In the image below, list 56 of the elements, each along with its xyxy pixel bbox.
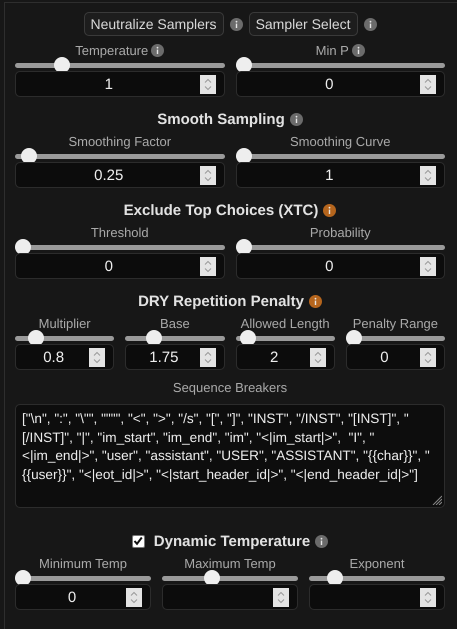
- section-title: Smooth Sampling: [157, 110, 285, 128]
- param-label: Probability: [310, 224, 371, 240]
- info-icon[interactable]: [290, 112, 303, 126]
- info-icon[interactable]: [151, 44, 164, 56]
- slider-thumb[interactable]: [15, 570, 31, 586]
- info-icon[interactable]: [230, 18, 243, 30]
- slider-thumb[interactable]: [236, 57, 252, 73]
- slider-thumb[interactable]: [346, 330, 362, 346]
- number-field[interactable]: [162, 584, 298, 610]
- section-title: Exclude Top Choices (XTC): [124, 202, 318, 218]
- param-label: Smoothing Factor: [68, 134, 172, 148]
- number-field[interactable]: 0.8: [15, 344, 114, 370]
- info-icon[interactable]: [315, 534, 328, 548]
- param-label: Exponent: [350, 556, 404, 570]
- info-icon[interactable]: [323, 204, 336, 216]
- checkbox[interactable]: [132, 534, 145, 548]
- section-title: DRY Repetition Penalty: [138, 292, 304, 310]
- number-field[interactable]: 1.75: [125, 344, 224, 370]
- number-field[interactable]: [309, 584, 445, 610]
- spinner-icon[interactable]: [200, 348, 216, 367]
- param-label: Minimum Temp: [39, 556, 127, 570]
- number-field[interactable]: 1: [15, 71, 224, 97]
- number-field[interactable]: 2: [236, 344, 335, 370]
- number-field[interactable]: 0: [15, 253, 224, 279]
- spinner-icon[interactable]: [310, 348, 326, 367]
- number-field[interactable]: 1: [236, 162, 445, 188]
- number-field[interactable]: 0: [236, 253, 445, 279]
- number-field[interactable]: 0: [346, 344, 445, 370]
- spinner-icon[interactable]: [89, 348, 106, 367]
- number-field[interactable]: 0: [15, 584, 151, 610]
- sequence-breakers-field[interactable]: ["\n", ":", "\"", """", "<", ">", "/s", "[", "]", "INST", "/INST", "[INST]", "[/INST]", "|", "im_start", "im_end", "im", "<|im_start|>", "I", "<|im_end|>", "user", "assistant", "USER", "ASSISTANT", "{{char}}", "{{user}}", "<|eot_id|>", "<|start_header_id|>", "<|end_header_id|>"]: [15, 404, 445, 508]
- slider-thumb[interactable]: [236, 239, 252, 255]
- field-label: Sequence Breakers: [172, 380, 288, 396]
- spinner-icon[interactable]: [200, 166, 216, 185]
- resize-grip-icon[interactable]: [432, 495, 442, 505]
- param-label: Multiplier: [38, 316, 91, 330]
- info-icon[interactable]: [308, 294, 322, 308]
- number-field[interactable]: 0: [236, 71, 445, 97]
- param-label: Smoothing Curve: [290, 134, 390, 148]
- info-icon[interactable]: [364, 18, 376, 30]
- param-label: Min P: [316, 42, 349, 58]
- slider-thumb[interactable]: [15, 239, 31, 255]
- sampler-button[interactable]: Neutralize Samplers: [84, 12, 224, 36]
- number-field[interactable]: 0.25: [15, 162, 224, 188]
- param-label: Allowed Length: [240, 316, 330, 330]
- sampler-button[interactable]: Sampler Select: [248, 12, 358, 36]
- param-label: Maximum Temp: [184, 556, 276, 570]
- param-label: Temperature: [75, 42, 148, 58]
- section-title: Dynamic Temperature: [154, 532, 310, 550]
- param-label: Penalty Range: [352, 316, 438, 330]
- spinner-icon[interactable]: [200, 257, 216, 276]
- param-label: Threshold: [90, 224, 149, 240]
- slider-thumb[interactable]: [236, 148, 252, 164]
- spinner-icon[interactable]: [200, 75, 216, 94]
- info-icon[interactable]: [352, 44, 365, 56]
- param-label: Base: [160, 316, 190, 330]
